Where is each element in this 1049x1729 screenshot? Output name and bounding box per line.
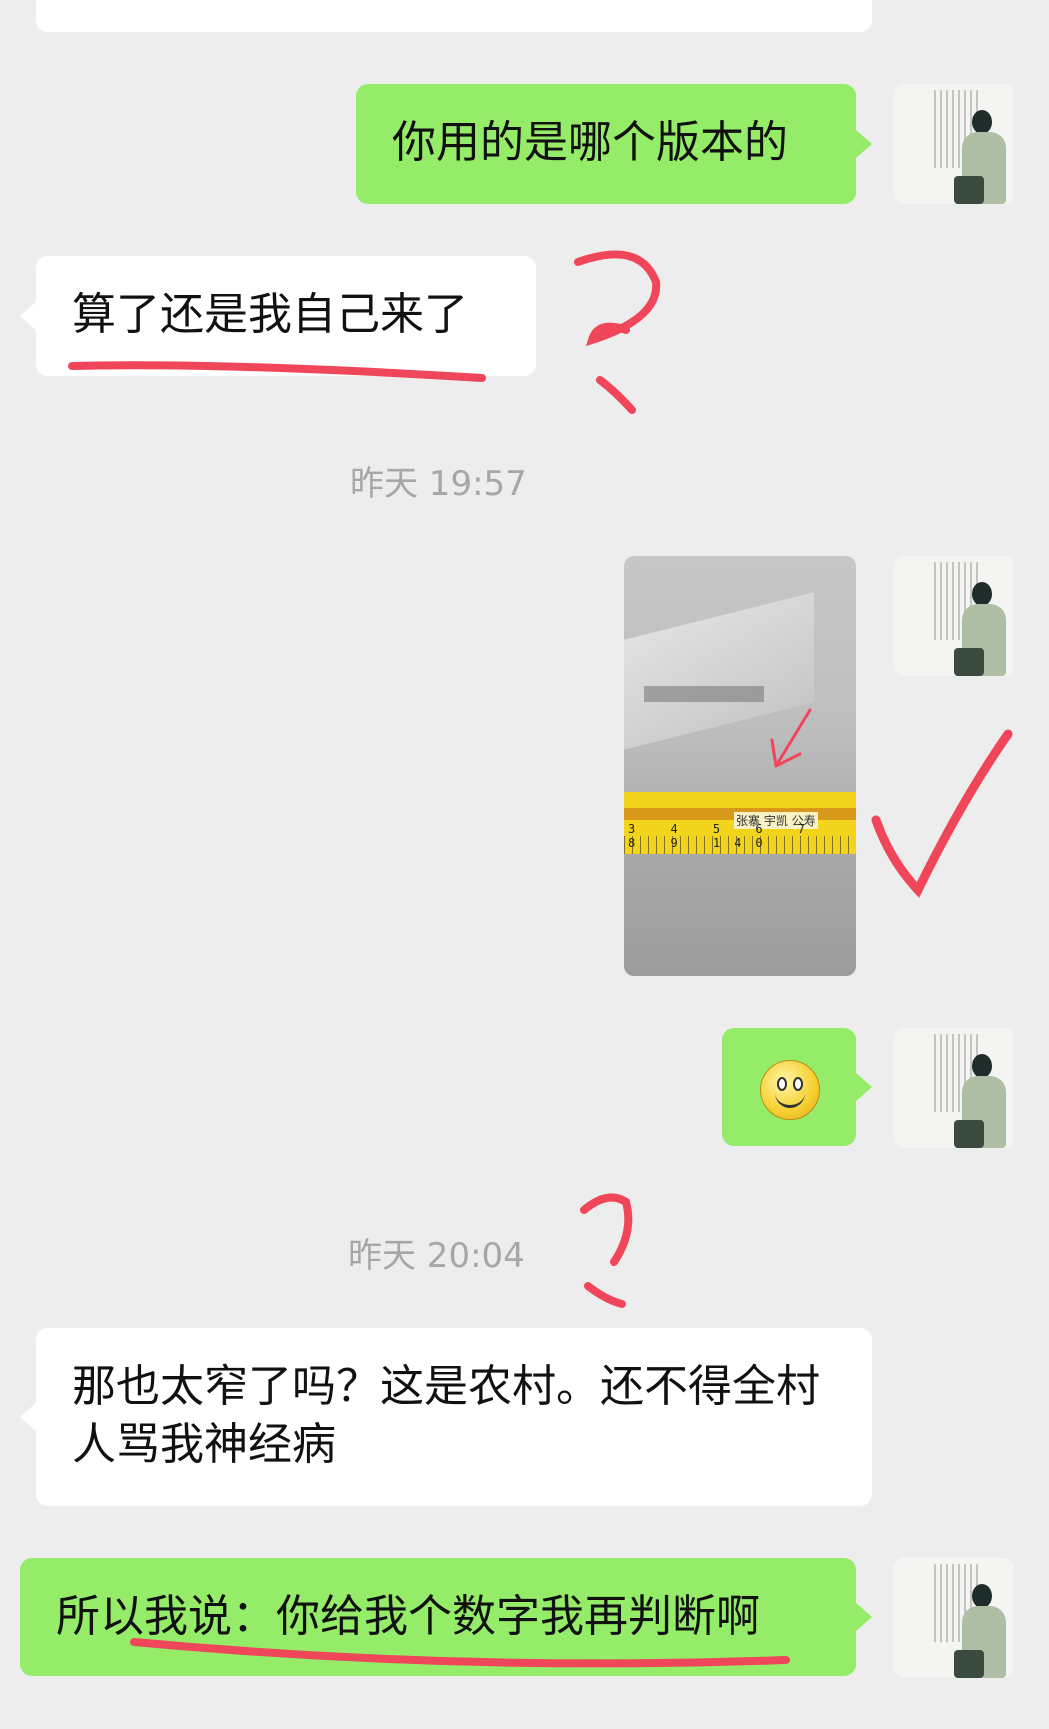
timestamp: 昨天 19:57 (350, 464, 527, 504)
avatar-figure-head (972, 1054, 992, 1078)
avatar[interactable] (894, 556, 1014, 676)
emoji-mouth (775, 1091, 805, 1108)
message-bubble-incoming[interactable]: 算了还是我自己来了 (20, 256, 536, 376)
avatar-shadow (954, 648, 984, 676)
message-bubble-incoming[interactable]: 那也太窄了吗？这是农村。还不得全村人骂我神经病 (20, 1328, 872, 1506)
image-message[interactable]: 张寨 宇凯 公寿 3 4 5 6 7 8 9 140 (624, 556, 856, 976)
photo-beam (644, 686, 764, 702)
tape-measure: 张寨 宇凯 公寿 3 4 5 6 7 8 9 140 (624, 792, 856, 854)
message-text: 算了还是我自己来了 (72, 289, 468, 340)
avatar-figure-head (972, 110, 992, 134)
avatar-shadow (954, 1120, 984, 1148)
avatar-figure-head (972, 582, 992, 606)
avatar[interactable] (894, 84, 1014, 204)
checkmark-annotation (871, 729, 1013, 898)
emoji-eye-left (777, 1077, 787, 1091)
avatar-shadow (954, 176, 984, 204)
avatar-figure-head (972, 1584, 992, 1608)
emoji-eye-right (793, 1077, 803, 1091)
message-bubble-outgoing[interactable]: 所以我说：你给我个数字我再判断啊 (20, 1558, 872, 1676)
message-text: 那也太窄了吗？这是农村。还不得全村人骂我神经病 (72, 1361, 820, 1470)
avatar[interactable] (894, 1558, 1014, 1678)
avatar[interactable] (894, 1028, 1014, 1148)
question-mark-annotation (584, 1282, 626, 1308)
message-text: 你用的是哪个版本的 (392, 117, 788, 168)
message-bubble-incoming-partial[interactable] (36, 0, 872, 32)
question-mark-annotation (574, 250, 661, 347)
message-text: 所以我说：你给我个数字我再判断啊 (56, 1591, 760, 1642)
avatar-shadow (954, 1650, 984, 1678)
timestamp: 昨天 20:04 (348, 1236, 525, 1276)
message-bubble-outgoing[interactable]: 你用的是哪个版本的 (356, 84, 872, 204)
smile-emoji-icon (760, 1060, 820, 1120)
tape-ticks (624, 836, 856, 854)
photo-ceiling-shape (624, 592, 814, 750)
question-mark-annotation (596, 376, 636, 414)
